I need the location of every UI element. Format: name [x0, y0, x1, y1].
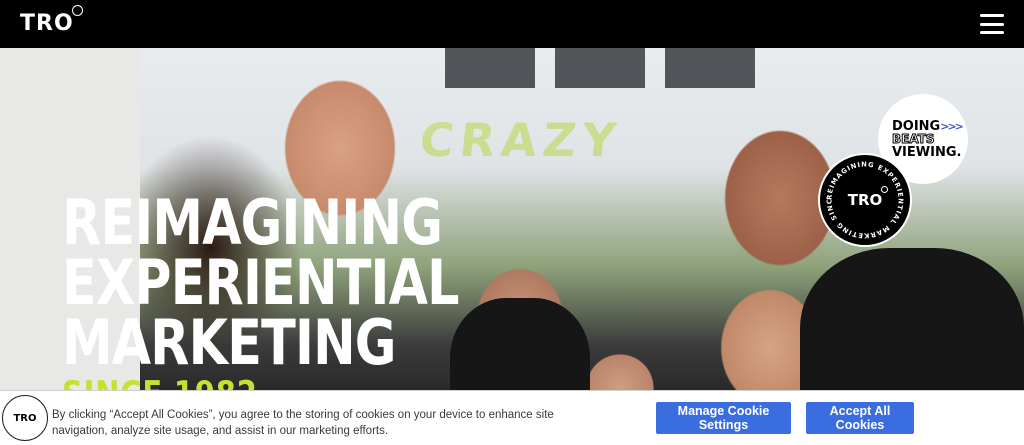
stage-panel	[445, 48, 535, 88]
headline-line: MARKETING	[62, 306, 397, 379]
hero-background-text: CRAZY	[417, 113, 625, 167]
tro-logo[interactable]: TRO	[20, 5, 83, 36]
menu-bar	[980, 14, 1004, 17]
cookie-banner-logo: TRO	[2, 395, 48, 441]
hamburger-menu-icon[interactable]	[980, 14, 1004, 34]
accept-all-cookies-button[interactable]: Accept All Cookies	[806, 402, 914, 434]
tro-circle-badge: REIMAGINING EXPERIENTIAL MARKETING SINCE…	[818, 153, 912, 247]
cookie-logo-text: TRO	[13, 412, 37, 424]
headline-line: REIMAGINING	[62, 186, 443, 259]
logo-text: TRO	[20, 11, 74, 36]
hero-headline: REIMAGINING EXPERIENTIAL MARKETING	[62, 186, 460, 379]
manage-cookie-settings-button[interactable]: Manage Cookie Settings	[656, 402, 791, 434]
arrows-icon: >>>	[940, 119, 964, 133]
menu-bar	[980, 22, 1004, 26]
logo-ring-icon	[71, 5, 83, 16]
cookie-message: By clicking “Accept All Cookies”, you ag…	[52, 409, 554, 437]
cookie-banner: TRO By clicking “Accept All Cookies”, yo…	[0, 390, 1024, 445]
menu-bar	[980, 31, 1004, 34]
stage-panel	[555, 48, 645, 88]
headline-line: EXPERIENTIAL	[62, 246, 460, 319]
badge-tro-logo: TRO	[847, 186, 889, 209]
top-navbar: TRO	[0, 0, 1024, 48]
badge-beats-text: BEATS	[892, 131, 936, 146]
hero-section: CRAZY REIMAGINING EXPERIENTIAL MARKETING…	[0, 48, 1024, 445]
stage-panel	[665, 48, 755, 88]
badge-tro-text: TRO	[847, 191, 883, 209]
